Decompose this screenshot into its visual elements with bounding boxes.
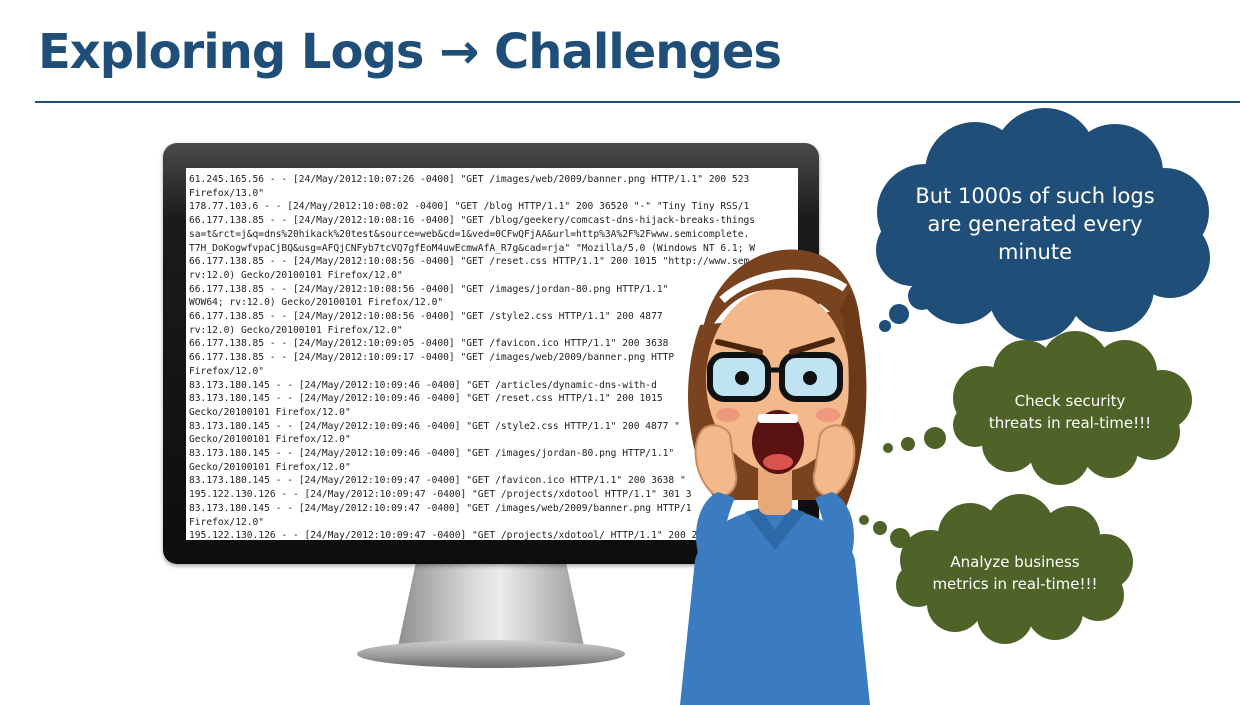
monitor-stand-neck: [397, 563, 585, 651]
business-bubble-line: Analyze business: [950, 553, 1080, 571]
monitor-stand-base: [357, 640, 625, 668]
left-cheek: [716, 408, 740, 422]
log-line: 61.245.165.56 - - [24/May/2012:10:07:26 …: [189, 174, 750, 185]
business-bubble-line: metrics in real-time!!!: [932, 575, 1098, 593]
security-bubble-text: Check security threats in real-time!!!: [960, 390, 1180, 434]
left-eye: [735, 371, 749, 385]
left-hand: [694, 424, 738, 497]
log-line: Firefox/13.0": [189, 187, 265, 199]
blue-bubble-line: But 1000s of such logs: [915, 184, 1155, 208]
log-line: 66.177.138.85 - - [24/May/2012:10:08:16 …: [189, 215, 756, 227]
stressed-woman-illustration: [680, 249, 870, 705]
blue-bubble-line: are generated every: [927, 212, 1143, 236]
right-cheek: [816, 408, 840, 422]
log-line: 178.77.103.6 - - [24/May/2012:10:08:02 -…: [189, 201, 750, 213]
slide-title: Exploring Logs → Challenges: [38, 24, 782, 80]
blue-bubble-text: But 1000s of such logs are generated eve…: [880, 182, 1190, 266]
business-bubble-text: Analyze business metrics in real-time!!!: [905, 551, 1125, 595]
right-eye: [803, 371, 817, 385]
title-divider: [35, 101, 1240, 103]
security-bubble-line: threats in real-time!!!: [988, 414, 1152, 432]
teeth: [758, 414, 798, 423]
security-bubble-line: Check security: [1014, 392, 1126, 410]
tongue: [763, 454, 793, 470]
blue-bubble-line: minute: [997, 240, 1073, 264]
